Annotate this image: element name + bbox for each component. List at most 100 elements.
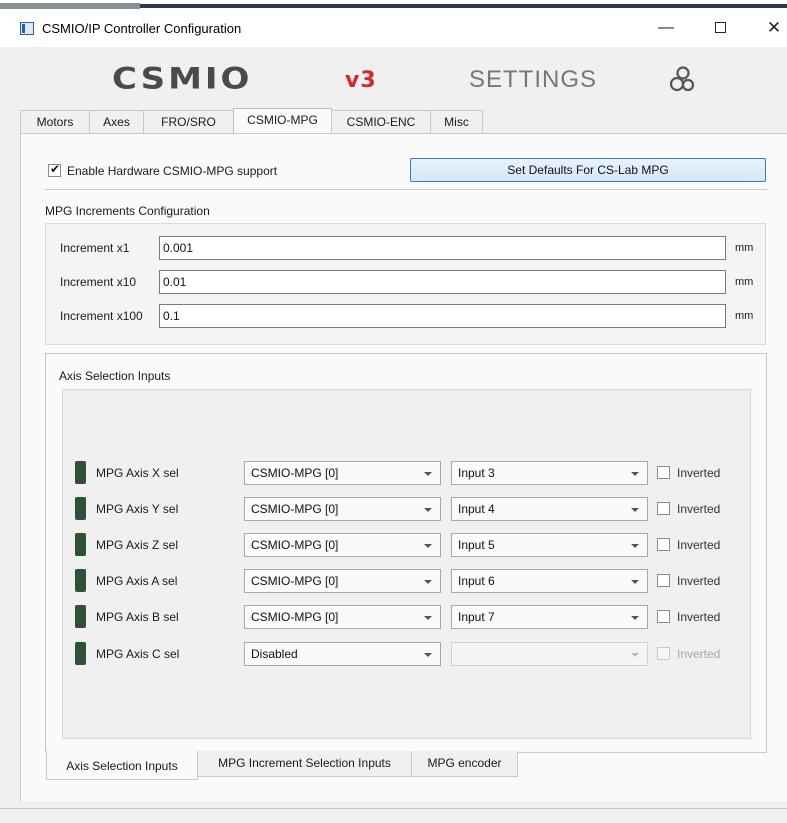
axis-z-source-value: CSMIO-MPG [0] (251, 538, 339, 552)
axis-z-led-indicator (75, 533, 86, 556)
axis-a-label: MPG Axis A sel (96, 574, 178, 588)
settings-heading: SETTINGS (469, 66, 598, 93)
axis-b-source-value: CSMIO-MPG [0] (251, 610, 339, 624)
axis-a-source-value: CSMIO-MPG [0] (251, 574, 339, 588)
axis-b-input-select[interactable]: Input 7 (451, 605, 648, 629)
axis-b-source-select[interactable]: CSMIO-MPG [0] (244, 605, 441, 629)
axis-y-label: MPG Axis Y sel (96, 502, 179, 516)
increment-x1-label: Increment x1 (60, 241, 130, 255)
gear-cluster-icon (669, 66, 695, 92)
axis-c-led-indicator (75, 642, 86, 665)
axis-c-inverted-label: Inverted (677, 647, 721, 661)
window-bottom-divider (0, 808, 787, 809)
csmio-logo: CSMIO (112, 62, 253, 96)
axis-x-source-select[interactable]: CSMIO-MPG [0] (244, 461, 441, 485)
axis-y-input-select[interactable]: Input 4 (451, 497, 648, 521)
axis-c-source-value: Disabled (251, 647, 298, 661)
axis-y-inverted-label: Inverted (677, 502, 721, 516)
close-button[interactable]: ✕ (754, 13, 787, 43)
maximize-icon (714, 22, 726, 34)
app-icon (20, 22, 34, 35)
axis-c-label: MPG Axis C sel (96, 647, 180, 661)
logo-version: v3 (345, 68, 377, 93)
axis-a-inverted-label: Inverted (677, 574, 721, 588)
tab-csmio-enc[interactable]: CSMIO-ENC (331, 110, 431, 134)
axis-a-source-select[interactable]: CSMIO-MPG [0] (244, 569, 441, 593)
axis-selection-title: Axis Selection Inputs (59, 369, 171, 383)
tab-csmio-mpg[interactable]: CSMIO-MPG (233, 108, 332, 135)
axis-z-inverted-label: Inverted (677, 538, 721, 552)
axis-x-inverted-label: Inverted (677, 466, 721, 480)
chevron-down-icon (631, 616, 639, 620)
chevron-down-icon (424, 616, 432, 620)
tab-mpg-increment-selection-inputs[interactable]: MPG Increment Selection Inputs (197, 751, 412, 777)
axis-c-input-select (451, 642, 648, 666)
chevron-down-icon (631, 653, 639, 657)
increment-x10-field[interactable]: 0.01 (159, 270, 726, 294)
axis-a-input-select[interactable]: Input 6 (451, 569, 648, 593)
axis-y-source-select[interactable]: CSMIO-MPG [0] (244, 497, 441, 521)
axis-y-inverted-checkbox[interactable] (657, 502, 670, 515)
increment-x100-label: Increment x100 (60, 309, 143, 323)
window-title: CSMIO/IP Controller Configuration (42, 21, 242, 36)
axis-y-input-value: Input 4 (458, 502, 495, 516)
axis-x-input-select[interactable]: Input 3 (451, 461, 648, 485)
axis-y-led-indicator (75, 497, 86, 520)
axis-b-inverted-label: Inverted (677, 610, 721, 624)
increment-x10-label: Increment x10 (60, 275, 137, 289)
axis-c-source-select[interactable]: Disabled (244, 642, 441, 666)
taskbar-strip (0, 0, 787, 11)
axis-x-input-value: Input 3 (458, 466, 495, 480)
axis-z-label: MPG Axis Z sel (96, 538, 179, 552)
axis-x-led-indicator (75, 461, 86, 484)
config-window: CSMIO/IP Controller Configuration — ✕ CS… (0, 0, 787, 823)
minimize-button[interactable]: — (646, 13, 686, 43)
chevron-down-icon (424, 472, 432, 476)
axis-selection-body: MPG Axis X sel CSMIO-MPG [0] Input 3 Inv… (62, 389, 751, 739)
tab-axis-selection-inputs[interactable]: Axis Selection Inputs (46, 751, 198, 780)
axis-x-label: MPG Axis X sel (96, 466, 179, 480)
chevron-down-icon (424, 653, 432, 657)
tab-fro-sro[interactable]: FRO/SRO (143, 110, 234, 134)
axis-x-inverted-checkbox[interactable] (657, 466, 670, 479)
maximize-button[interactable] (700, 13, 740, 43)
increment-x100-field[interactable]: 0.1 (159, 304, 726, 328)
chevron-down-icon (631, 508, 639, 512)
set-defaults-button[interactable]: Set Defaults For CS-Lab MPG (410, 158, 766, 182)
increment-x10-unit: mm (735, 276, 754, 288)
chevron-down-icon (631, 544, 639, 548)
increments-section-title: MPG Increments Configuration (45, 204, 210, 218)
axis-b-inverted-checkbox[interactable] (657, 610, 670, 623)
mpg-tab-panel: Enable Hardware CSMIO-MPG support Set De… (20, 133, 787, 801)
increment-x100-unit: mm (735, 310, 754, 322)
axis-x-source-value: CSMIO-MPG [0] (251, 466, 339, 480)
axis-z-input-select[interactable]: Input 5 (451, 533, 648, 557)
tab-misc[interactable]: Misc (430, 110, 483, 134)
axis-c-inverted-checkbox (657, 647, 670, 660)
increment-x1-field[interactable]: 0.001 (159, 236, 726, 260)
chevron-down-icon (631, 472, 639, 476)
increments-group: Increment x1 0.001 mm Increment x10 0.01… (45, 223, 766, 345)
divider (45, 189, 767, 190)
chevron-down-icon (631, 580, 639, 584)
chevron-down-icon (424, 580, 432, 584)
taskbar-strip-light (0, 3, 140, 9)
axis-a-inverted-checkbox[interactable] (657, 574, 670, 587)
title-bar[interactable]: CSMIO/IP Controller Configuration — ✕ (0, 11, 787, 47)
axis-a-input-value: Input 6 (458, 574, 495, 588)
tab-motors[interactable]: Motors (20, 110, 90, 134)
tab-mpg-encoder[interactable]: MPG encoder (411, 751, 518, 777)
tab-axes[interactable]: Axes (89, 110, 144, 134)
axis-b-led-indicator (75, 605, 86, 628)
axis-z-inverted-checkbox[interactable] (657, 538, 670, 551)
axis-z-input-value: Input 5 (458, 538, 495, 552)
axis-selection-frame: Axis Selection Inputs MPG Axis X sel CSM… (45, 353, 767, 753)
increment-x1-unit: mm (735, 242, 754, 254)
enable-mpg-label: Enable Hardware CSMIO-MPG support (67, 164, 278, 178)
axis-y-source-value: CSMIO-MPG [0] (251, 502, 339, 516)
axis-z-source-select[interactable]: CSMIO-MPG [0] (244, 533, 441, 557)
axis-b-input-value: Input 7 (458, 610, 495, 624)
enable-mpg-checkbox[interactable] (48, 162, 61, 177)
chevron-down-icon (424, 544, 432, 548)
axis-b-label: MPG Axis B sel (96, 610, 179, 624)
